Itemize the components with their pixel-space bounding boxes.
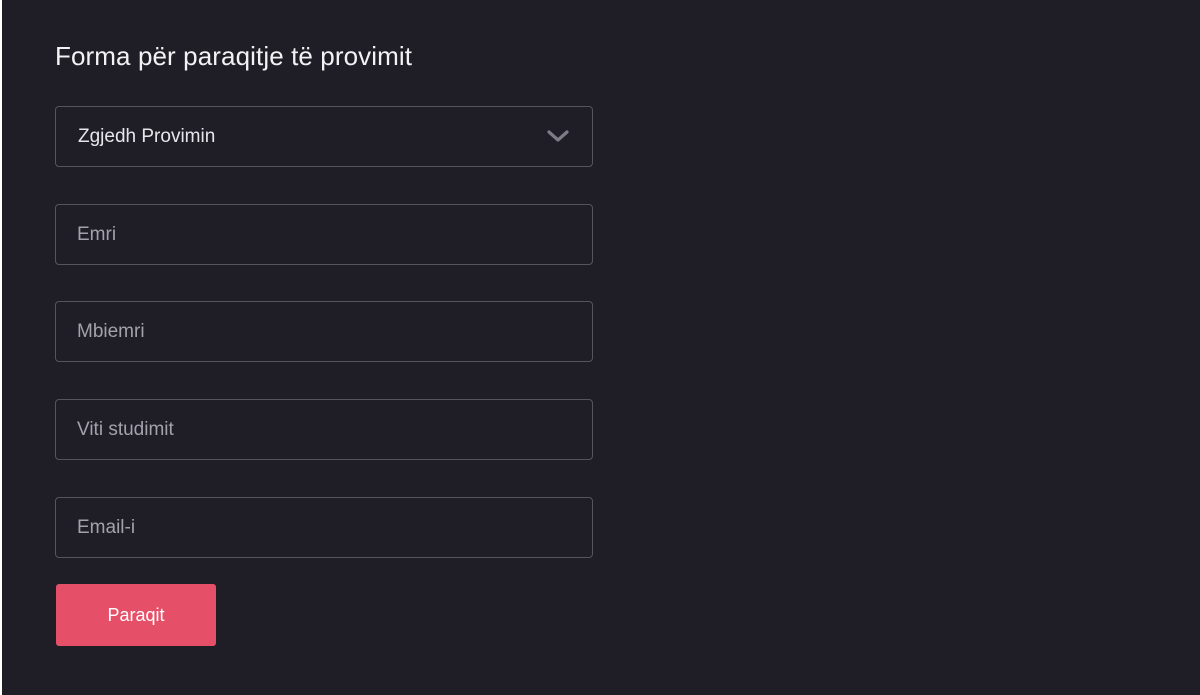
exam-select[interactable]: Zgjedh Provimin — [55, 106, 593, 167]
exam-registration-page: Forma për paraqitje të provimit Zgjedh P… — [0, 0, 1200, 695]
study-year-input[interactable] — [56, 400, 592, 459]
email-input[interactable] — [56, 498, 592, 557]
surname-input[interactable] — [56, 302, 592, 361]
surname-field-wrapper — [55, 301, 593, 362]
submit-button[interactable]: Paraqit — [56, 584, 216, 646]
name-input[interactable] — [56, 205, 592, 264]
form-title: Forma për paraqitje të provimit — [55, 41, 413, 71]
exam-select-value: Zgjedh Provimin — [78, 126, 216, 147]
name-field-wrapper — [55, 204, 593, 265]
study-year-field-wrapper — [55, 399, 593, 460]
email-field-wrapper — [55, 497, 593, 558]
chevron-down-icon — [547, 130, 569, 142]
